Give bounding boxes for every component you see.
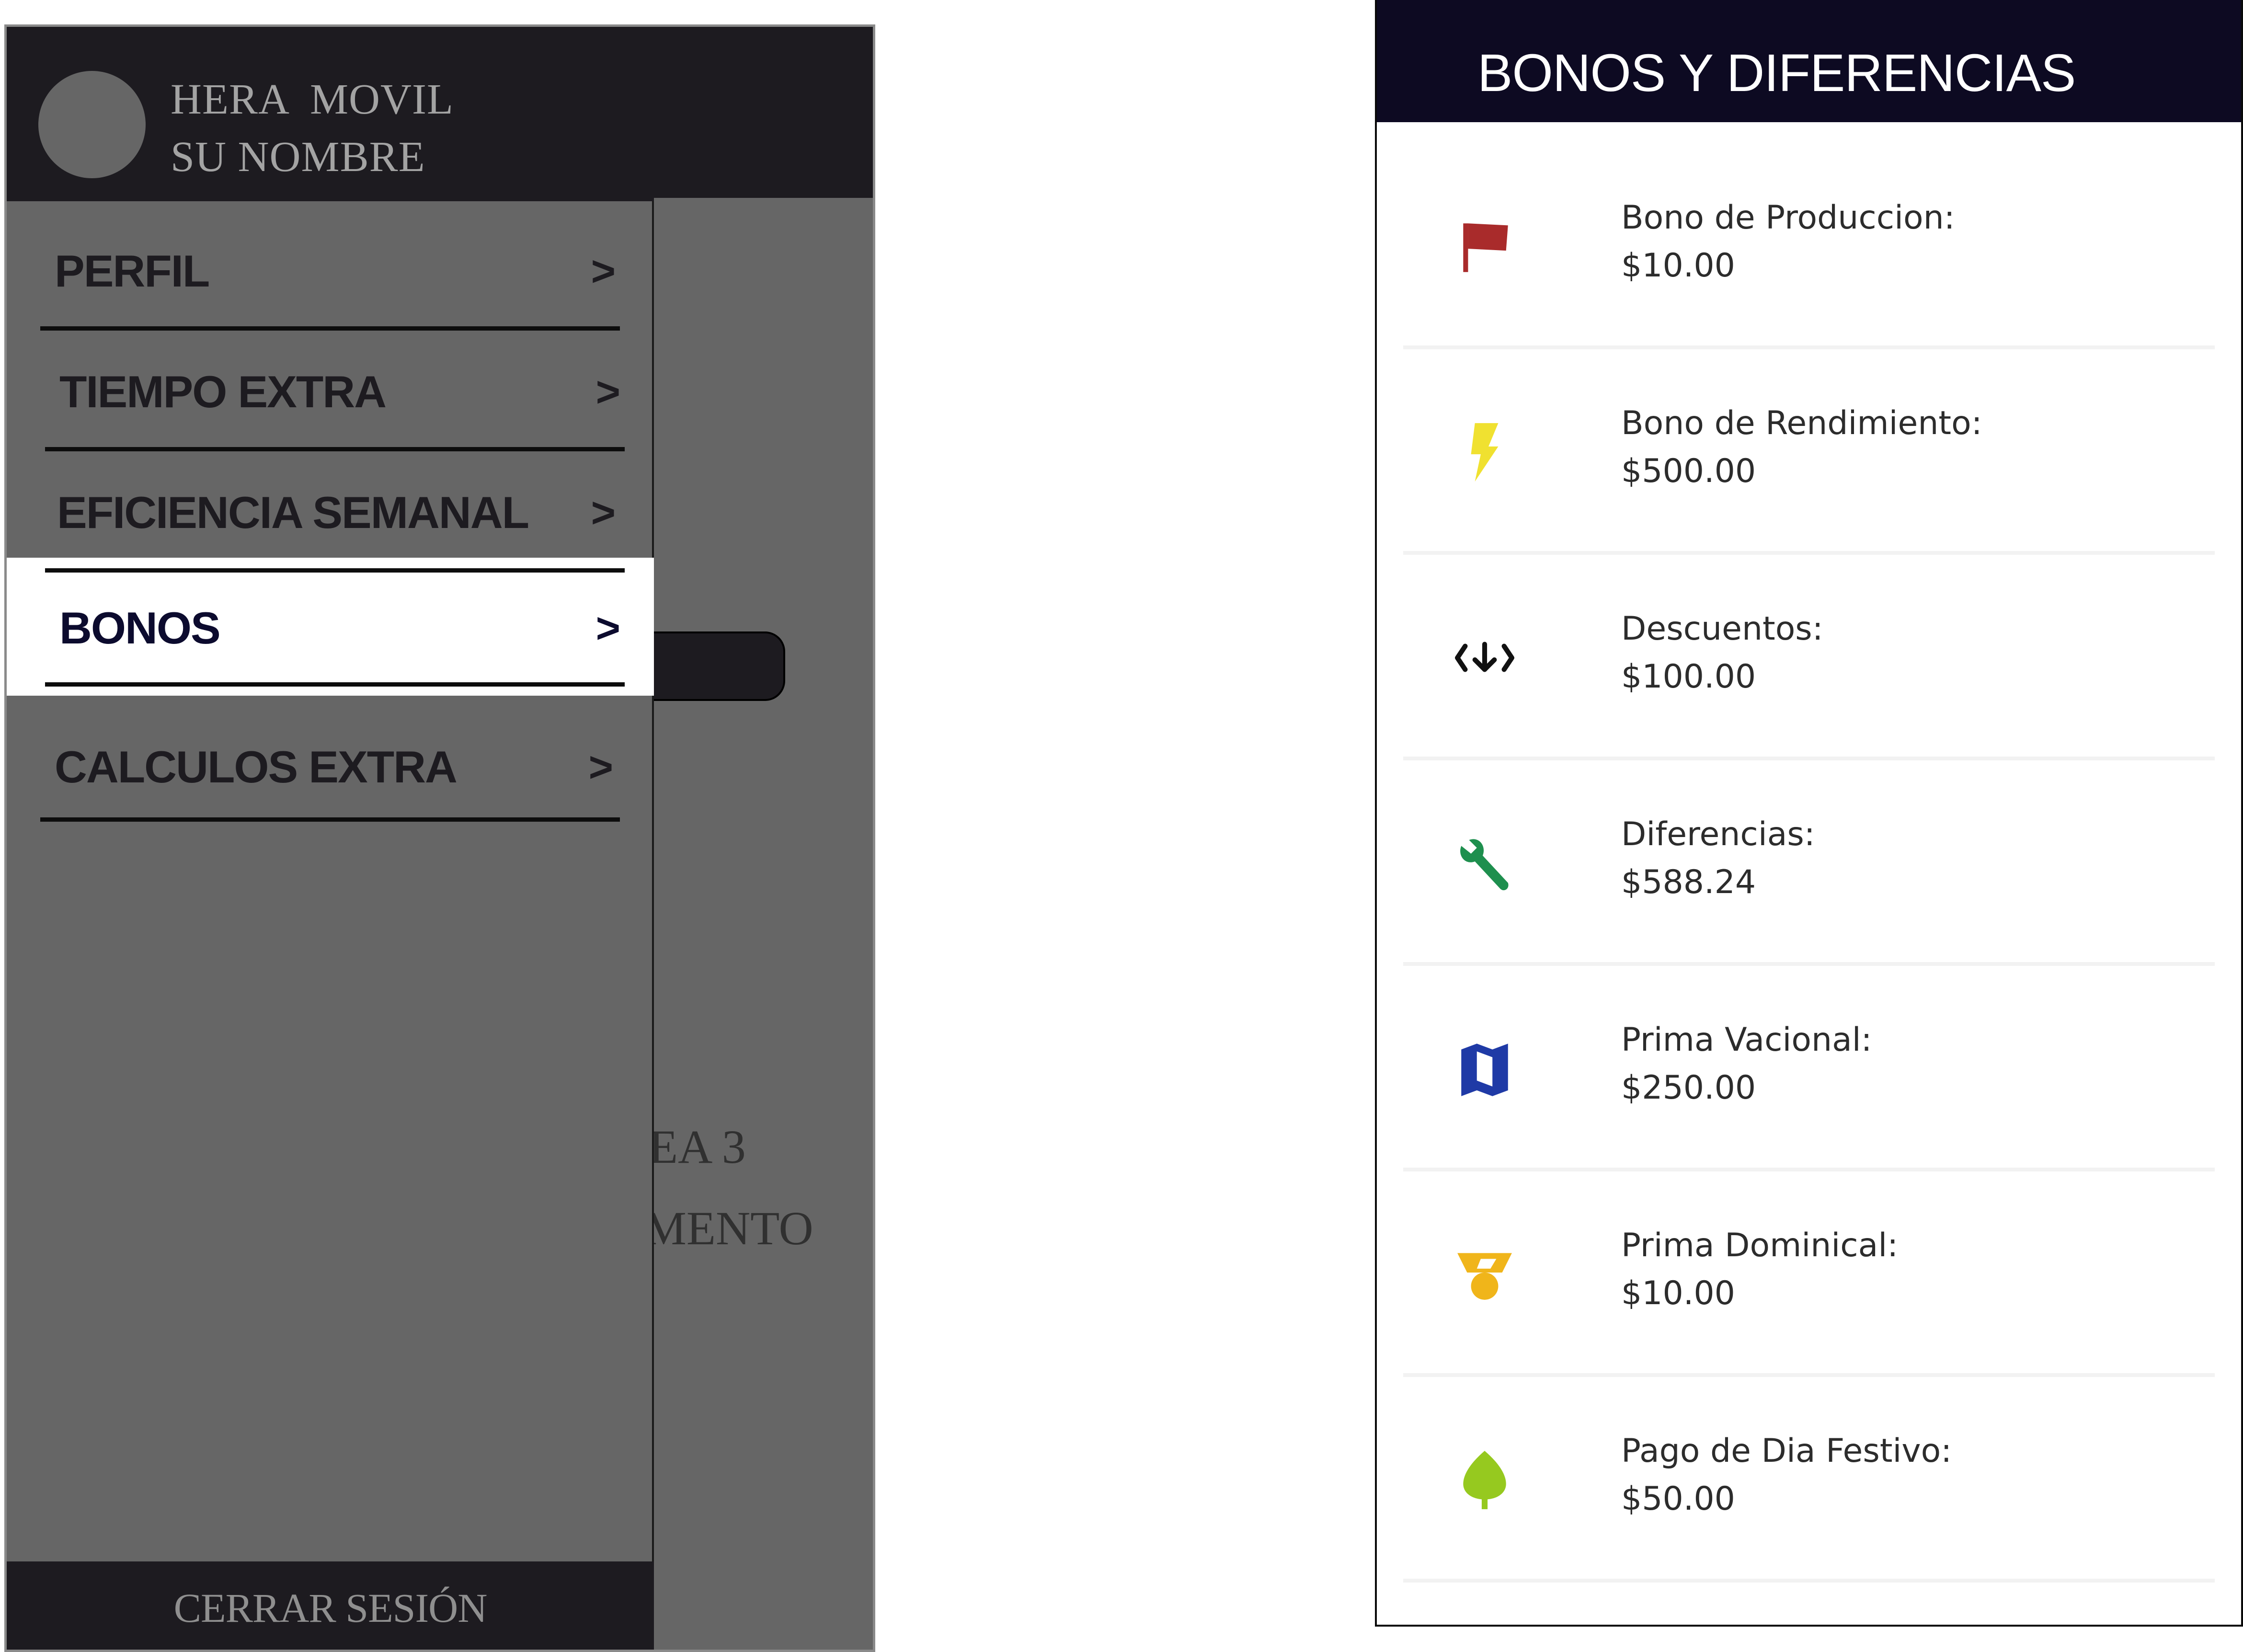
bonus-amount: $588.24 xyxy=(1621,863,1756,901)
drawer-item-label: CALCULOS EXTRA xyxy=(55,742,458,792)
map-icon xyxy=(1453,1038,1516,1100)
drawer-item-label: PERFIL xyxy=(55,246,210,296)
list-item[interactable]: Bono de Produccion: $10.00 xyxy=(1377,144,2241,349)
bonos-screen: BONOS Y DIFERENCIAS Bono de Produccion: … xyxy=(1375,0,2243,1627)
bonus-name: Bono de Produccion: xyxy=(1621,199,1955,237)
divider xyxy=(40,817,620,822)
chevron-right-icon: > xyxy=(595,604,620,652)
list-item[interactable]: Prima Dominical: $10.00 xyxy=(1377,1171,2241,1377)
navigation-drawer: HERA MOVIL SU NOMBRE PERFIL > TIEMPO EXT… xyxy=(7,27,654,1650)
bonus-amount: $10.00 xyxy=(1621,247,1735,285)
drawer-item-tiempo-extra[interactable]: TIEMPO EXTRA > xyxy=(7,332,654,452)
flag-icon xyxy=(1453,216,1516,278)
list-item[interactable]: Pago de Dia Festivo: $50.00 xyxy=(1377,1377,2241,1583)
divider xyxy=(1403,1373,2215,1377)
top-app-bar: BONOS Y DIFERENCIAS xyxy=(1377,0,2241,122)
drawer-footer: CERRAR SESIÓN xyxy=(7,1561,654,1650)
bonus-amount: $250.00 xyxy=(1621,1069,1756,1107)
list-item[interactable]: Descuentos: $100.00 xyxy=(1377,555,2241,760)
background-screen xyxy=(654,198,873,1650)
drawer-item-label: TIEMPO EXTRA xyxy=(59,367,387,417)
list-item[interactable]: Bono de Rendimiento: $500.00 xyxy=(1377,349,2241,555)
app-name: HERA MOVIL xyxy=(171,76,454,123)
bonus-name: Prima Dominical: xyxy=(1621,1227,1899,1264)
avatar[interactable] xyxy=(38,71,146,178)
background-button xyxy=(641,631,785,701)
divider xyxy=(1403,1579,2215,1583)
divider xyxy=(45,447,625,451)
drawer-item-eficiencia-semanal[interactable]: EFICIENCIA SEMANAL > xyxy=(7,453,654,573)
chevron-right-icon: > xyxy=(591,247,616,295)
divider xyxy=(45,682,625,687)
bonus-name: Diferencias: xyxy=(1621,815,1815,853)
page-title: BONOS Y DIFERENCIAS xyxy=(1477,44,2076,103)
divider xyxy=(1403,551,2215,555)
divider xyxy=(1403,962,2215,966)
drawer-item-calculos-extra[interactable]: CALCULOS EXTRA > xyxy=(7,707,654,827)
logout-button[interactable]: CERRAR SESIÓN xyxy=(7,1561,654,1650)
drawer-item-label: EFICIENCIA SEMANAL xyxy=(57,487,529,538)
navigation-drawer-screen: EA 3 MENTO HERA MOVIL SU NOMBRE PERFIL >… xyxy=(4,24,875,1652)
bonus-list: Bono de Produccion: $10.00 Bono de Rendi… xyxy=(1377,144,2241,1583)
download-arrows-icon xyxy=(1453,627,1516,689)
user-name: SU NOMBRE xyxy=(171,133,425,181)
drawer-item-bonos[interactable]: BONOS > xyxy=(7,568,654,688)
bonus-amount: $500.00 xyxy=(1621,452,1756,490)
list-item[interactable]: Diferencias: $588.24 xyxy=(1377,760,2241,966)
medal-icon xyxy=(1453,1243,1516,1306)
divider xyxy=(40,326,620,331)
bonus-amount: $50.00 xyxy=(1621,1480,1735,1518)
list-item[interactable]: Prima Vacional: $250.00 xyxy=(1377,966,2241,1171)
drawer-item-perfil[interactable]: PERFIL > xyxy=(7,211,654,331)
background-text-line-2: MENTO xyxy=(644,1202,813,1255)
bonus-amount: $100.00 xyxy=(1621,658,1756,696)
wrench-icon xyxy=(1453,832,1516,895)
bonus-name: Pago de Dia Festivo: xyxy=(1621,1432,1952,1470)
bonus-name: Prima Vacional: xyxy=(1621,1021,1872,1059)
drawer-header: HERA MOVIL SU NOMBRE xyxy=(7,27,654,201)
divider xyxy=(1403,345,2215,349)
chevron-right-icon: > xyxy=(588,743,613,791)
divider xyxy=(1403,757,2215,760)
chevron-right-icon: > xyxy=(591,489,616,536)
divider xyxy=(1403,1168,2215,1171)
lightning-icon xyxy=(1453,421,1516,483)
bonus-name: Descuentos: xyxy=(1621,610,1823,648)
leaf-icon xyxy=(1453,1449,1516,1511)
bonus-name: Bono de Rendimiento: xyxy=(1621,404,1982,442)
background-text-line-1: EA 3 xyxy=(649,1120,746,1173)
bonus-amount: $10.00 xyxy=(1621,1274,1735,1312)
drawer-item-label: BONOS xyxy=(59,603,221,653)
chevron-right-icon: > xyxy=(595,368,620,415)
